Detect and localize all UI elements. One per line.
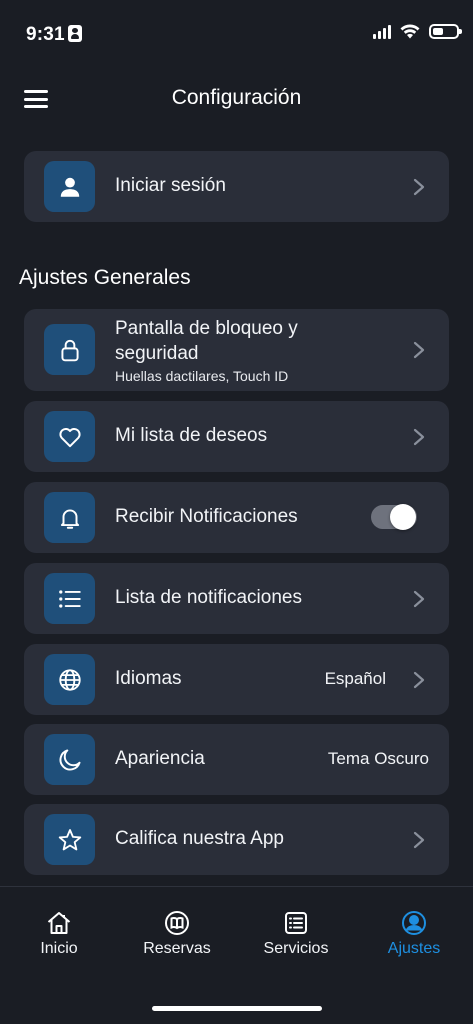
languages-value: Español xyxy=(324,669,386,688)
status-indicators xyxy=(373,24,462,39)
bell-icon xyxy=(44,492,95,543)
globe-icon xyxy=(44,654,95,705)
section-title: Ajustes Generales xyxy=(19,266,191,289)
list-icon xyxy=(44,573,95,624)
status-time: 9:31 xyxy=(26,24,65,45)
chevron-right-icon xyxy=(413,831,425,849)
appearance-label: Apariencia xyxy=(115,748,205,769)
notifications-list-label: Lista de notificaciones xyxy=(115,587,302,608)
contact-card-icon xyxy=(68,25,82,42)
services-icon xyxy=(285,912,307,934)
lock-security-subtitle: Huellas dactilares, Touch ID xyxy=(115,368,289,384)
user-icon xyxy=(44,161,95,212)
wifi-icon xyxy=(400,24,420,39)
chevron-right-icon xyxy=(413,428,425,446)
chevron-right-icon xyxy=(413,178,425,196)
receive-notifications-label: Recibir Notificaciones xyxy=(115,506,298,527)
tab-label: Ajustes xyxy=(387,940,441,957)
receive-notifications-row: Recibir Notificaciones xyxy=(24,482,449,553)
signal-icon xyxy=(373,24,391,39)
tab-label: Reservas xyxy=(143,940,211,957)
tab-ajustes[interactable]: Ajustes xyxy=(364,909,464,958)
status-bar: 9:31 xyxy=(0,0,473,66)
tab-label: Servicios xyxy=(263,940,329,957)
tab-bar: Inicio Reservas Servicios Ajustes xyxy=(0,886,473,1024)
header: Configuración xyxy=(0,66,473,132)
login-label: Iniciar sesión xyxy=(115,175,226,196)
lock-icon xyxy=(44,324,95,375)
wishlist-row[interactable]: Mi lista de deseos xyxy=(24,401,449,472)
login-row[interactable]: Iniciar sesión xyxy=(24,151,449,222)
chevron-right-icon xyxy=(413,341,425,359)
profile-icon xyxy=(402,911,426,935)
rate-app-label: Califica nuestra App xyxy=(115,828,284,849)
heart-icon xyxy=(44,411,95,462)
settings-screen: 9:31 Configuración Iniciar sesión Ajuste… xyxy=(0,0,473,1024)
chevron-right-icon xyxy=(413,671,425,689)
battery-icon xyxy=(429,24,462,39)
appearance-value: Tema Oscuro xyxy=(327,749,429,768)
tab-inicio[interactable]: Inicio xyxy=(9,909,109,958)
tab-reservas[interactable]: Reservas xyxy=(127,909,227,958)
star-icon xyxy=(44,814,95,865)
rate-app-row[interactable]: Califica nuestra App xyxy=(24,804,449,875)
chevron-right-icon xyxy=(413,590,425,608)
lock-security-row[interactable]: Pantalla de bloqueo y seguridad Huellas … xyxy=(24,309,449,391)
tab-label: Inicio xyxy=(40,940,78,957)
page-title: Configuración xyxy=(171,86,302,109)
lock-security-label: Pantalla de bloqueo y seguridad xyxy=(115,318,298,364)
wishlist-label: Mi lista de deseos xyxy=(115,425,268,446)
tab-servicios[interactable]: Servicios xyxy=(246,909,346,958)
home-indicator xyxy=(152,1006,322,1011)
languages-row[interactable]: Idiomas Español xyxy=(24,644,449,715)
languages-label: Idiomas xyxy=(115,668,182,689)
moon-icon xyxy=(44,734,95,785)
notifications-toggle[interactable] xyxy=(371,504,417,530)
book-icon xyxy=(165,911,189,935)
appearance-row[interactable]: Apariencia Tema Oscuro xyxy=(24,724,449,795)
notifications-list-row[interactable]: Lista de notificaciones xyxy=(24,563,449,634)
toggle-knob xyxy=(390,504,416,530)
home-icon xyxy=(47,912,71,934)
